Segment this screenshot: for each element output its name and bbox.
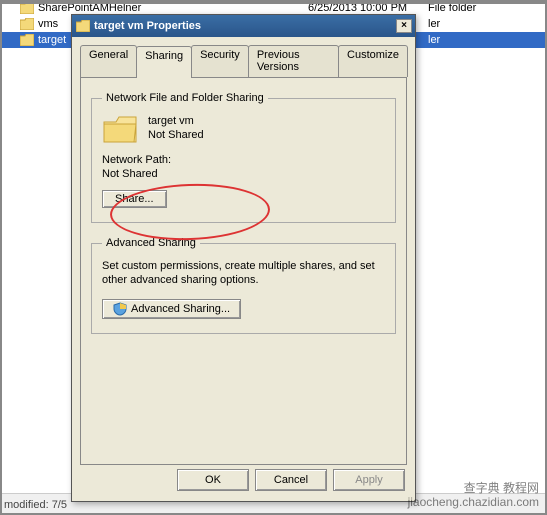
tab-security[interactable]: Security <box>191 45 249 77</box>
apply-button[interactable]: Apply <box>333 469 405 491</box>
folder-icon <box>76 20 90 32</box>
file-type: ler <box>428 18 518 30</box>
ok-button[interactable]: OK <box>177 469 249 491</box>
tab-sharing[interactable]: Sharing <box>136 46 192 78</box>
network-path-label: Network Path: <box>102 154 385 166</box>
folder-icon <box>20 18 34 30</box>
tab-general[interactable]: General <box>80 45 137 77</box>
watermark-line2: jiaocheng.chazidian.com <box>408 495 539 509</box>
shield-icon <box>113 302 127 316</box>
folder-icon <box>20 34 34 46</box>
file-type: File folder <box>428 2 518 14</box>
file-date: 6/25/2013 10:00 PM <box>308 2 428 14</box>
advanced-sharing-button-label: Advanced Sharing... <box>131 303 230 315</box>
tab-panel-sharing: Network File and Folder Sharing target v… <box>80 77 407 465</box>
dialog-buttons: OK Cancel Apply <box>177 469 405 491</box>
status-text: modified: 7/5 <box>4 499 67 511</box>
folder-icon <box>102 114 138 144</box>
file-name: SharePointAMHelner <box>38 2 308 14</box>
folder-icon <box>20 2 34 14</box>
advanced-sharing-group: Advanced Sharing Set custom permissions,… <box>91 237 396 334</box>
watermark-line1: 查字典 教程网 <box>408 481 539 495</box>
file-type: ler <box>428 34 518 46</box>
network-sharing-group: Network File and Folder Sharing target v… <box>91 92 396 223</box>
advanced-sharing-desc: Set custom permissions, create multiple … <box>102 259 385 287</box>
share-button[interactable]: Share... <box>102 190 167 208</box>
tab-previous-versions[interactable]: Previous Versions <box>248 45 339 77</box>
tab-customize[interactable]: Customize <box>338 45 408 77</box>
advanced-sharing-button[interactable]: Advanced Sharing... <box>102 299 241 319</box>
tab-strip: General Sharing Security Previous Versio… <box>80 45 407 77</box>
dialog-title: target vm Properties <box>94 20 396 32</box>
cancel-button[interactable]: Cancel <box>255 469 327 491</box>
share-status: Not Shared <box>148 128 204 142</box>
watermark: 查字典 教程网 jiaocheng.chazidian.com <box>408 481 539 509</box>
close-button[interactable]: × <box>396 19 412 33</box>
titlebar[interactable]: target vm Properties × <box>72 15 415 37</box>
network-sharing-legend: Network File and Folder Sharing <box>102 92 268 104</box>
advanced-sharing-legend: Advanced Sharing <box>102 237 200 249</box>
share-name: target vm <box>148 114 204 128</box>
network-path-value: Not Shared <box>102 168 385 180</box>
properties-dialog: target vm Properties × General Sharing S… <box>71 14 416 502</box>
